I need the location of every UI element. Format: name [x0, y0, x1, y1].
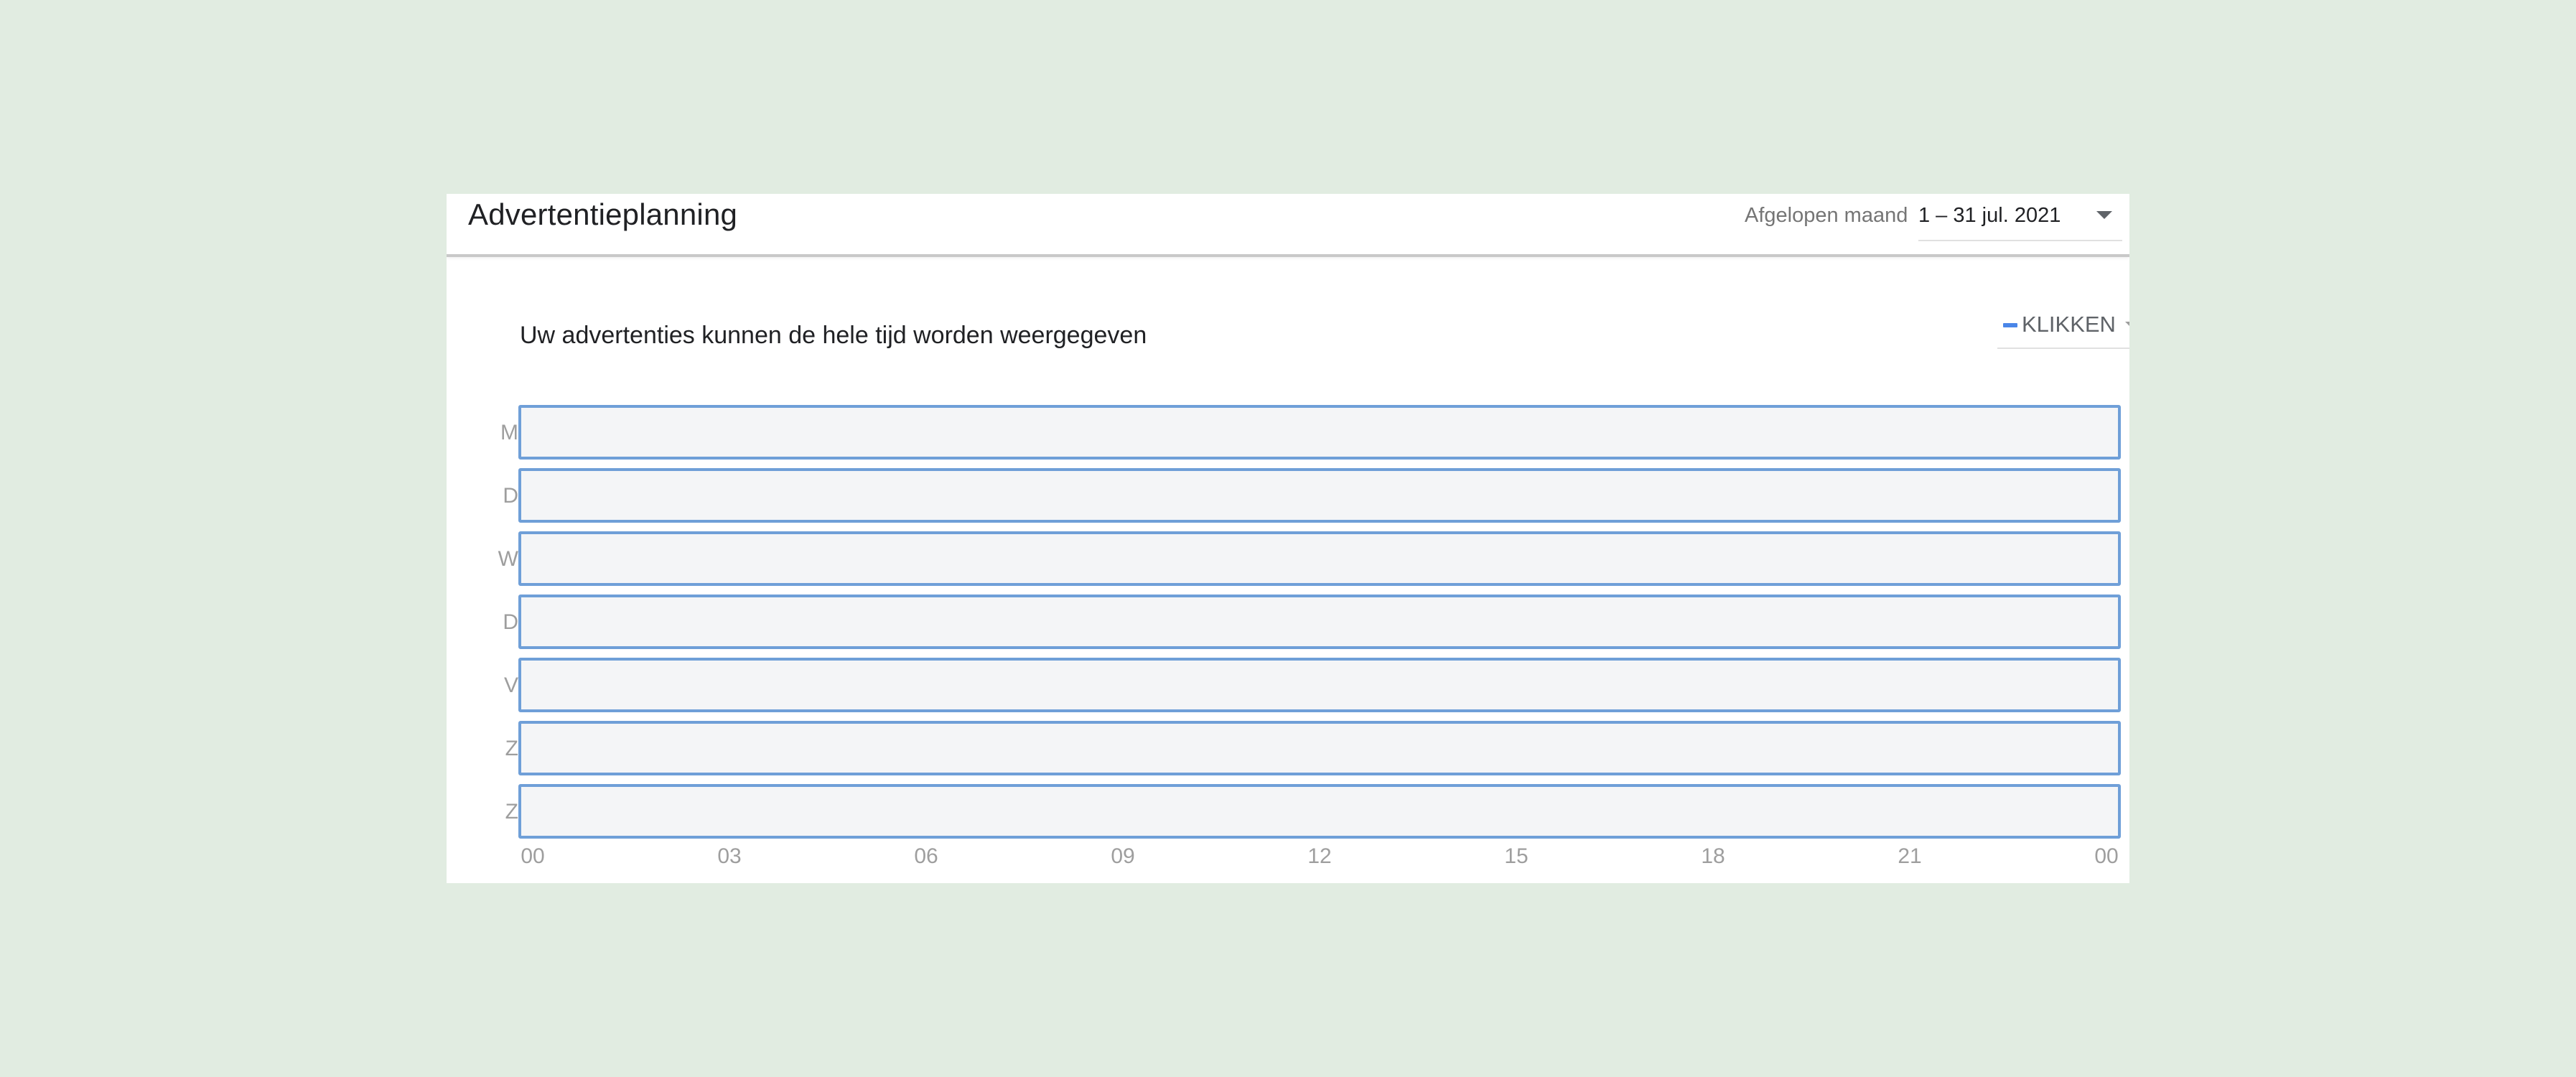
day-label: V: [503, 673, 518, 697]
ad-schedule-card: Advertentieplanning Afgelopen maand 1 – …: [447, 194, 2129, 883]
metric-dropdown[interactable]: KLIKKEN: [1997, 302, 2129, 349]
day-schedule-bar[interactable]: [518, 405, 2121, 460]
metric-label: KLIKKEN: [2022, 312, 2116, 337]
day-schedule-bar[interactable]: [518, 595, 2121, 649]
day-label: Z: [505, 737, 518, 760]
day-label: W: [498, 547, 518, 571]
day-schedule-bar[interactable]: [518, 468, 2121, 523]
day-label: Z: [505, 800, 518, 824]
hour-tick-label: 06: [914, 844, 938, 868]
hour-tick-label: 15: [1504, 844, 1529, 868]
date-range-dropdown[interactable]: 1 – 31 jul. 2021: [1918, 194, 2122, 241]
day-schedule-bar[interactable]: [518, 784, 2121, 839]
day-schedule-bar[interactable]: [518, 658, 2121, 712]
hour-tick-label: 03: [717, 844, 742, 868]
day-schedule-bar[interactable]: [518, 721, 2121, 775]
date-range-value: 1 – 31 jul. 2021: [1918, 204, 2061, 227]
page-title: Advertentieplanning: [468, 197, 738, 231]
schedule-subtitle: Uw advertenties kunnen de hele tijd word…: [520, 322, 1147, 349]
hour-tick-label: 00: [2094, 844, 2119, 868]
hour-tick-label: 12: [1307, 844, 1332, 868]
day-label: M: [500, 421, 518, 444]
day-label: D: [503, 484, 518, 508]
chevron-down-icon: [2125, 322, 2129, 327]
hour-tick-label: 21: [1898, 844, 1922, 868]
hour-tick-label: 00: [521, 844, 545, 868]
day-schedule-bar[interactable]: [518, 531, 2121, 586]
chevron-down-icon: [2096, 211, 2112, 219]
date-range-label: Afgelopen maand: [1745, 204, 1908, 227]
hour-tick-label: 09: [1111, 844, 1135, 868]
card-header: Advertentieplanning Afgelopen maand 1 – …: [447, 194, 2129, 257]
series-color-swatch: [2003, 323, 2017, 327]
hour-tick-label: 18: [1701, 844, 1725, 868]
day-label: D: [503, 610, 518, 634]
